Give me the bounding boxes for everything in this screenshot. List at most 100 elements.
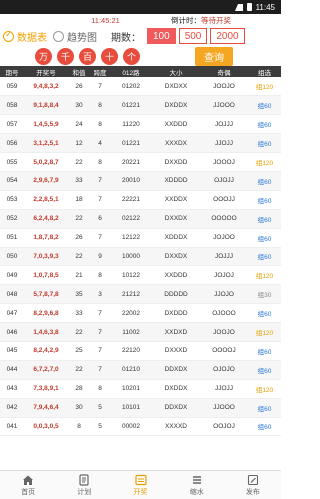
table-cell: DXXDD — [152, 152, 200, 172]
table-row: 059 9,4,8,3,2 26 7 01202 DXDXX JOOJO 组120 — [0, 77, 281, 97]
table-cell: 4 — [90, 133, 110, 154]
table-cell: 049 — [0, 265, 24, 286]
table-cell: JJOOO — [200, 398, 248, 418]
table-cell: 组60 — [248, 360, 281, 380]
table-cell: 6,7,2,7,0 — [24, 360, 68, 380]
table-row: 057 1,4,5,5,9 24 8 11220 XXDDD JOJJJ 组60 — [0, 114, 281, 135]
filter-ge-button[interactable]: 个 — [123, 47, 140, 65]
table-cell: OJOJJ — [200, 171, 248, 191]
filter-bai-button[interactable]: 百 — [79, 47, 96, 65]
countdown-value: 等待开奖 — [201, 15, 231, 25]
table-cell: 组60 — [248, 95, 281, 116]
table-cell: JJOOO — [200, 95, 248, 116]
column-header: 大小 — [152, 66, 200, 77]
table-cell: 7 — [90, 77, 110, 97]
countdown-label: 倒计时： — [171, 15, 201, 25]
table-row: 054 2,9,6,7,9 33 7 20010 XDDDD OJOJJ 组60 — [0, 171, 281, 191]
table-cell: DXDXX — [152, 77, 200, 97]
table-row: 042 7,9,4,6,4 30 5 10101 DDXDX JJOOO 组60 — [0, 398, 281, 418]
column-header: 期号 — [0, 66, 24, 77]
table-cell: 26 — [68, 228, 90, 248]
nav-item-plan[interactable]: 计划 — [56, 471, 112, 499]
table-cell: DDXDX — [152, 398, 200, 418]
table-cell: 9 — [90, 247, 110, 267]
check-icon — [3, 29, 14, 42]
nav-item-shrink[interactable]: 缩水 — [169, 471, 225, 499]
filter-shi-button[interactable]: 十 — [101, 47, 118, 65]
table-cell: 20010 — [110, 171, 152, 191]
table-cell: 7,0,3,9,3 — [24, 247, 68, 267]
nav-label: 开奖 — [133, 488, 148, 496]
table-cell: 24 — [68, 114, 90, 135]
table-row: 052 6,2,4,8,2 22 6 02122 DXXDX OOOOO 组60 — [0, 209, 281, 229]
table-cell: 058 — [0, 95, 24, 116]
radio-trend-chart[interactable]: 趋势图 — [53, 29, 97, 44]
table-cell: 22002 — [110, 303, 152, 324]
table-cell: 053 — [0, 190, 24, 210]
table-cell: DXXXD — [152, 341, 200, 361]
nav-item-lottery[interactable]: 开奖 — [112, 471, 168, 499]
table-cell: 7 — [90, 322, 110, 342]
table-cell: 7,9,4,6,4 — [24, 398, 68, 418]
filter-qian-button[interactable]: 千 — [57, 47, 74, 65]
table-cell: OJOJO — [200, 360, 248, 380]
period-100-button[interactable]: 100 — [147, 28, 176, 44]
query-button[interactable]: 查询 — [195, 46, 233, 66]
table-cell: 043 — [0, 379, 24, 399]
table-cell: 8 — [90, 379, 110, 399]
table-cell: DXXDX — [152, 209, 200, 229]
nav-item-home[interactable]: 首页 — [0, 471, 56, 499]
table-cell: 组60 — [248, 228, 281, 248]
column-header: 跨度 — [90, 66, 110, 77]
periods-label: 期数： — [111, 32, 141, 44]
table-cell: 1,4,6,3,8 — [24, 322, 68, 342]
table-cell: 组120 — [248, 152, 281, 172]
table-cell: 8,2,4,2,9 — [24, 341, 68, 361]
table-cell: 22 — [68, 360, 90, 380]
table-cell: 组60 — [248, 133, 281, 154]
table-cell: 22 — [68, 209, 90, 229]
publish-icon — [247, 474, 259, 487]
table-cell: XXDDD — [152, 114, 200, 135]
table-cell: 9,1,8,8,4 — [24, 95, 68, 116]
table-cell: 10122 — [110, 265, 152, 286]
table-cell: 052 — [0, 209, 24, 229]
table-cell: DXDDD — [152, 303, 200, 324]
table-cell: 22 — [68, 152, 90, 172]
table-cell: 组60 — [248, 209, 281, 229]
column-header: 012路 — [110, 66, 152, 77]
table-row: 050 7,0,3,9,3 22 9 10000 DXXDX JOJJJ 组60 — [0, 247, 281, 267]
table-cell: 01221 — [110, 95, 152, 116]
period-500-button[interactable]: 500 — [178, 28, 208, 44]
radio-data-table-label: 数据表 — [17, 32, 47, 44]
table-cell: 20221 — [110, 152, 152, 172]
table-cell: 组60 — [248, 247, 281, 267]
table-cell: XXXDX — [152, 133, 200, 154]
table-cell: 051 — [0, 228, 24, 248]
table-cell: 02122 — [110, 209, 152, 229]
table-cell: 3,1,2,5,1 — [24, 133, 68, 154]
table-cell: 1,8,7,8,2 — [24, 228, 68, 248]
table-row: 041 0,0,3,0,5 8 5 00002 XXXXD OOJOJ 组60 — [0, 417, 281, 437]
table-cell: 057 — [0, 114, 24, 135]
nav-item-publish[interactable]: 发布 — [225, 471, 281, 499]
table-row: 047 8,2,9,6,8 33 7 22002 DXDDD OJOOO 组60 — [0, 303, 281, 324]
period-2000-button[interactable]: 2000 — [210, 28, 245, 44]
table-cell: 7 — [90, 228, 110, 248]
table-cell: 11002 — [110, 322, 152, 342]
table-cell: 21 — [68, 265, 90, 286]
table-row: 051 1,8,7,8,2 26 7 12122 XDDDX JOJOO 组60 — [0, 228, 281, 248]
table-cell: 12122 — [110, 228, 152, 248]
table-cell: 组60 — [248, 171, 281, 191]
table-cell: DDDDD — [152, 284, 200, 305]
radio-trend-chart-label: 趋势图 — [67, 32, 97, 44]
column-header: 开奖号 — [24, 66, 68, 77]
table-row: 056 3,1,2,5,1 12 4 01221 XXXDX JJOJJ 组60 — [0, 133, 281, 154]
radio-data-table[interactable]: 数据表 — [3, 29, 47, 44]
table-cell: 8 — [68, 417, 90, 437]
column-header: 组选 — [248, 66, 281, 77]
draw-table: 期号 开奖号 和值 跨度 012路 大小 奇偶 组选 059 9,4,8,3,2 26 7 01202… — [0, 66, 281, 437]
table-cell: XDDDD — [152, 171, 200, 191]
table-cell: 055 — [0, 152, 24, 172]
filter-wan-button[interactable]: 万 — [35, 47, 52, 65]
